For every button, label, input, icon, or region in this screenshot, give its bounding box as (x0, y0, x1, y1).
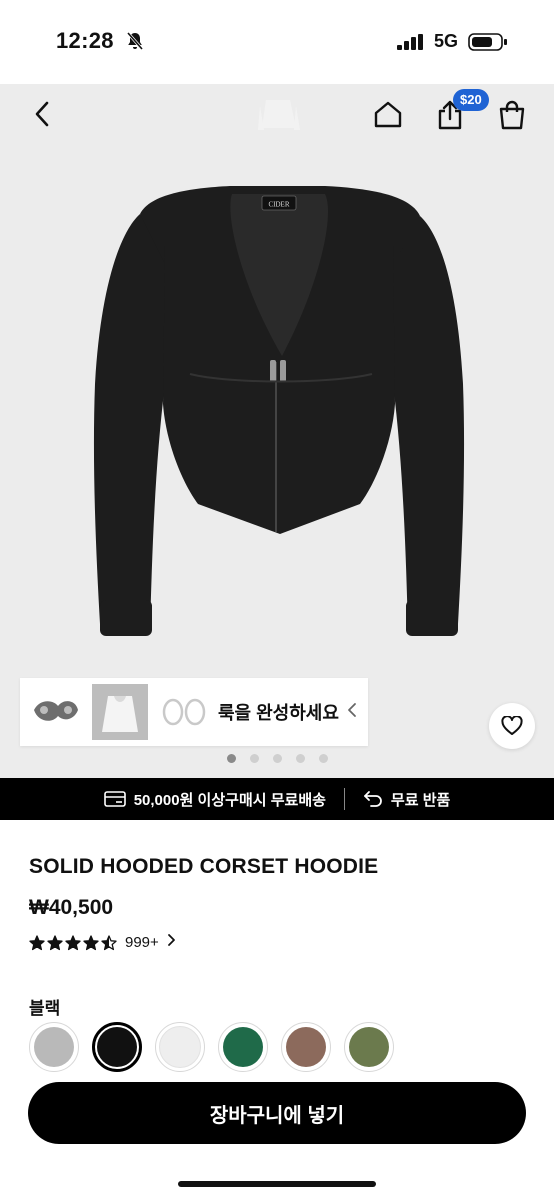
complete-the-look-label: 룩을 완성하세요 (218, 703, 339, 723)
promo-divider (343, 788, 345, 810)
carousel-indicator (0, 754, 554, 763)
color-swatch-fill (97, 1027, 137, 1067)
product-price: ₩40,500 (29, 896, 114, 919)
network-type: 5G (434, 31, 459, 51)
carousel-dot[interactable] (318, 754, 328, 763)
promo-banner: 50,000원 이상구매시 무료배송 무료 반품 (0, 778, 554, 820)
star-icon (47, 934, 63, 950)
star-icon (83, 934, 99, 950)
color-swatch-fill (159, 1026, 201, 1068)
product-title: SOLID HOODED CORSET HOODIE (29, 855, 379, 878)
color-swatch[interactable] (92, 1022, 142, 1072)
color-swatch-fill (34, 1027, 74, 1067)
share-credit-badge: $20 (453, 89, 489, 111)
silent-bell-icon (125, 31, 145, 56)
hoop-earrings-image (162, 698, 206, 726)
heart-icon (501, 716, 523, 735)
review-count: 999+ (125, 934, 159, 951)
collapse-chevron-icon[interactable] (347, 702, 357, 723)
look-item-hoop-earrings[interactable] (156, 684, 212, 740)
battery-icon (468, 33, 508, 56)
chevron-left-icon (35, 101, 49, 127)
star-rating (29, 934, 117, 951)
color-swatch-fill (223, 1027, 263, 1067)
back-button[interactable] (22, 94, 62, 134)
selected-color-label: 블랙 (29, 999, 61, 1018)
product-photo: CIDER (93, 100, 465, 636)
complete-the-look-strip[interactable]: 룩을 완성하세요 (20, 678, 368, 746)
look-item-hair-clip[interactable] (28, 684, 84, 740)
shopping-bag-button[interactable] (492, 95, 532, 135)
carousel-dot[interactable] (226, 754, 236, 763)
star-icon (29, 934, 45, 950)
color-swatch-fill (349, 1027, 389, 1067)
star-icon (65, 934, 81, 950)
chevron-right-icon (167, 933, 176, 952)
home-indicator (178, 1181, 376, 1187)
color-swatch[interactable] (155, 1022, 205, 1072)
shopping-bag-icon (499, 100, 525, 130)
carousel-dot[interactable] (295, 754, 305, 763)
add-to-cart-button[interactable]: 장바구니에 넣기 (28, 1082, 526, 1144)
status-time: 12:28 (56, 28, 114, 53)
color-swatch[interactable] (281, 1022, 331, 1072)
carousel-dot[interactable] (249, 754, 259, 763)
color-swatch[interactable] (218, 1022, 268, 1072)
shipping-card-icon (103, 791, 126, 807)
free-shipping-text: 50,000원 이상구매시 무료배송 (133, 791, 326, 809)
brand-tag-text: CIDER (269, 201, 290, 209)
star-icon (101, 934, 117, 950)
rating-row[interactable]: 999+ (29, 933, 176, 952)
free-returns-text: 무료 반품 (390, 791, 451, 809)
signal-icon (397, 34, 425, 55)
return-arrow-icon (364, 791, 382, 807)
wishlist-button[interactable] (489, 703, 535, 749)
white-top-image (102, 696, 138, 732)
color-swatch-list (29, 1022, 394, 1072)
color-swatch[interactable] (344, 1022, 394, 1072)
hair-clip-image (34, 701, 78, 721)
look-item-white-top[interactable] (92, 684, 148, 740)
color-swatch-fill (286, 1027, 326, 1067)
carousel-dot[interactable] (272, 754, 282, 763)
header-product-thumbnail (258, 100, 300, 130)
color-swatch[interactable] (29, 1022, 79, 1072)
status-bar: 12:28 5G (0, 0, 554, 84)
home-icon (374, 101, 402, 128)
home-button[interactable] (368, 95, 408, 135)
product-image-gallery[interactable]: CIDER (0, 84, 554, 778)
